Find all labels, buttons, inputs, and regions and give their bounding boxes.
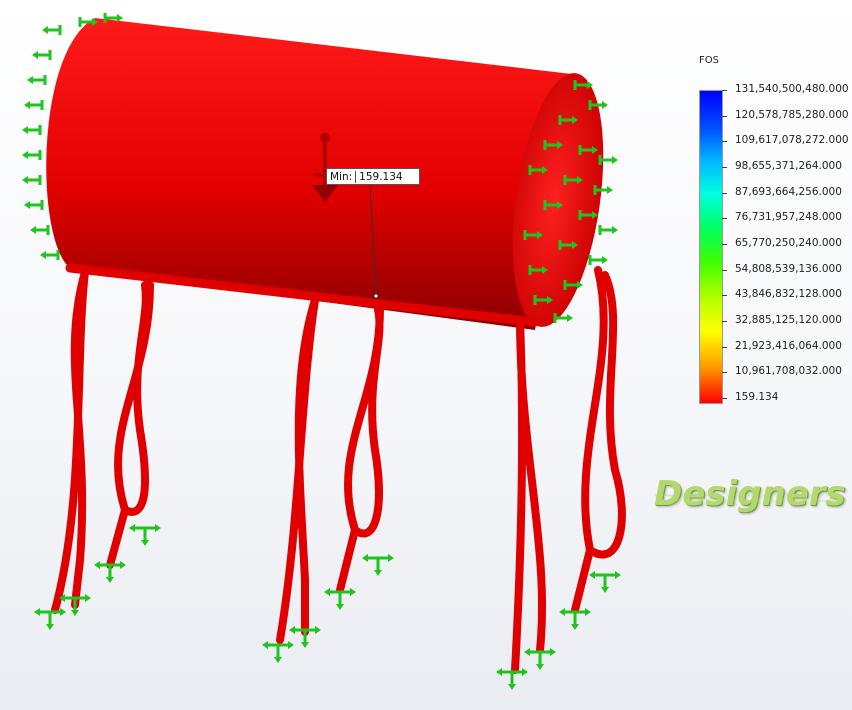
legend-tick-label: 65,770,250,240.000 bbox=[735, 237, 842, 249]
legend-tick bbox=[722, 269, 727, 271]
legend-tick bbox=[722, 346, 727, 348]
probe-label: Min: bbox=[330, 170, 353, 183]
legend-tick bbox=[722, 244, 727, 245]
legend-tick-label: 32,885,125,120.000 bbox=[735, 314, 842, 326]
legend-tick-label: 98,655,371,264.000 bbox=[735, 160, 842, 172]
legs bbox=[51, 266, 626, 674]
probe-point bbox=[373, 293, 379, 299]
legend-tick bbox=[722, 372, 727, 374]
min-probe-tag[interactable]: Min: 159.134 bbox=[326, 168, 420, 185]
legend-tick-label: 159.134 bbox=[735, 391, 779, 403]
fixture-feet bbox=[32, 522, 623, 692]
legend-tick bbox=[722, 218, 727, 220]
legend-tick bbox=[722, 192, 727, 194]
legend-tick-label: 109,617,078,272.000 bbox=[735, 134, 849, 147]
legend-tick-label: 43,846,832,128.000 bbox=[735, 288, 842, 301]
legend-title: FOS bbox=[699, 55, 719, 66]
probe-value: 159.134 bbox=[355, 170, 418, 183]
legend-tick bbox=[722, 90, 727, 91]
legend-color-bar bbox=[699, 90, 723, 404]
legend-tick-label: 131,540,500,480.000 bbox=[735, 83, 849, 95]
legend-tick-label: 54,808,539,136.000 bbox=[735, 262, 842, 275]
legend-tick bbox=[722, 167, 727, 168]
watermark-reflection: Designers bbox=[654, 490, 846, 508]
legend-tick-label: 76,731,957,248.000 bbox=[735, 211, 842, 224]
legend-tick-label: 21,923,416,064.000 bbox=[735, 339, 842, 352]
legend-tick bbox=[722, 398, 727, 399]
model-viewport[interactable] bbox=[0, 0, 852, 710]
legend-tick-label: 10,961,708,032.000 bbox=[735, 365, 842, 378]
legend-tick bbox=[722, 321, 727, 322]
legend-tick-label: 120,578,785,280.000 bbox=[735, 108, 849, 121]
legend-tick-label: 87,693,664,256.000 bbox=[735, 185, 842, 198]
legend-tick bbox=[722, 295, 727, 297]
legend-tick bbox=[722, 115, 727, 117]
legend-tick bbox=[722, 141, 727, 143]
